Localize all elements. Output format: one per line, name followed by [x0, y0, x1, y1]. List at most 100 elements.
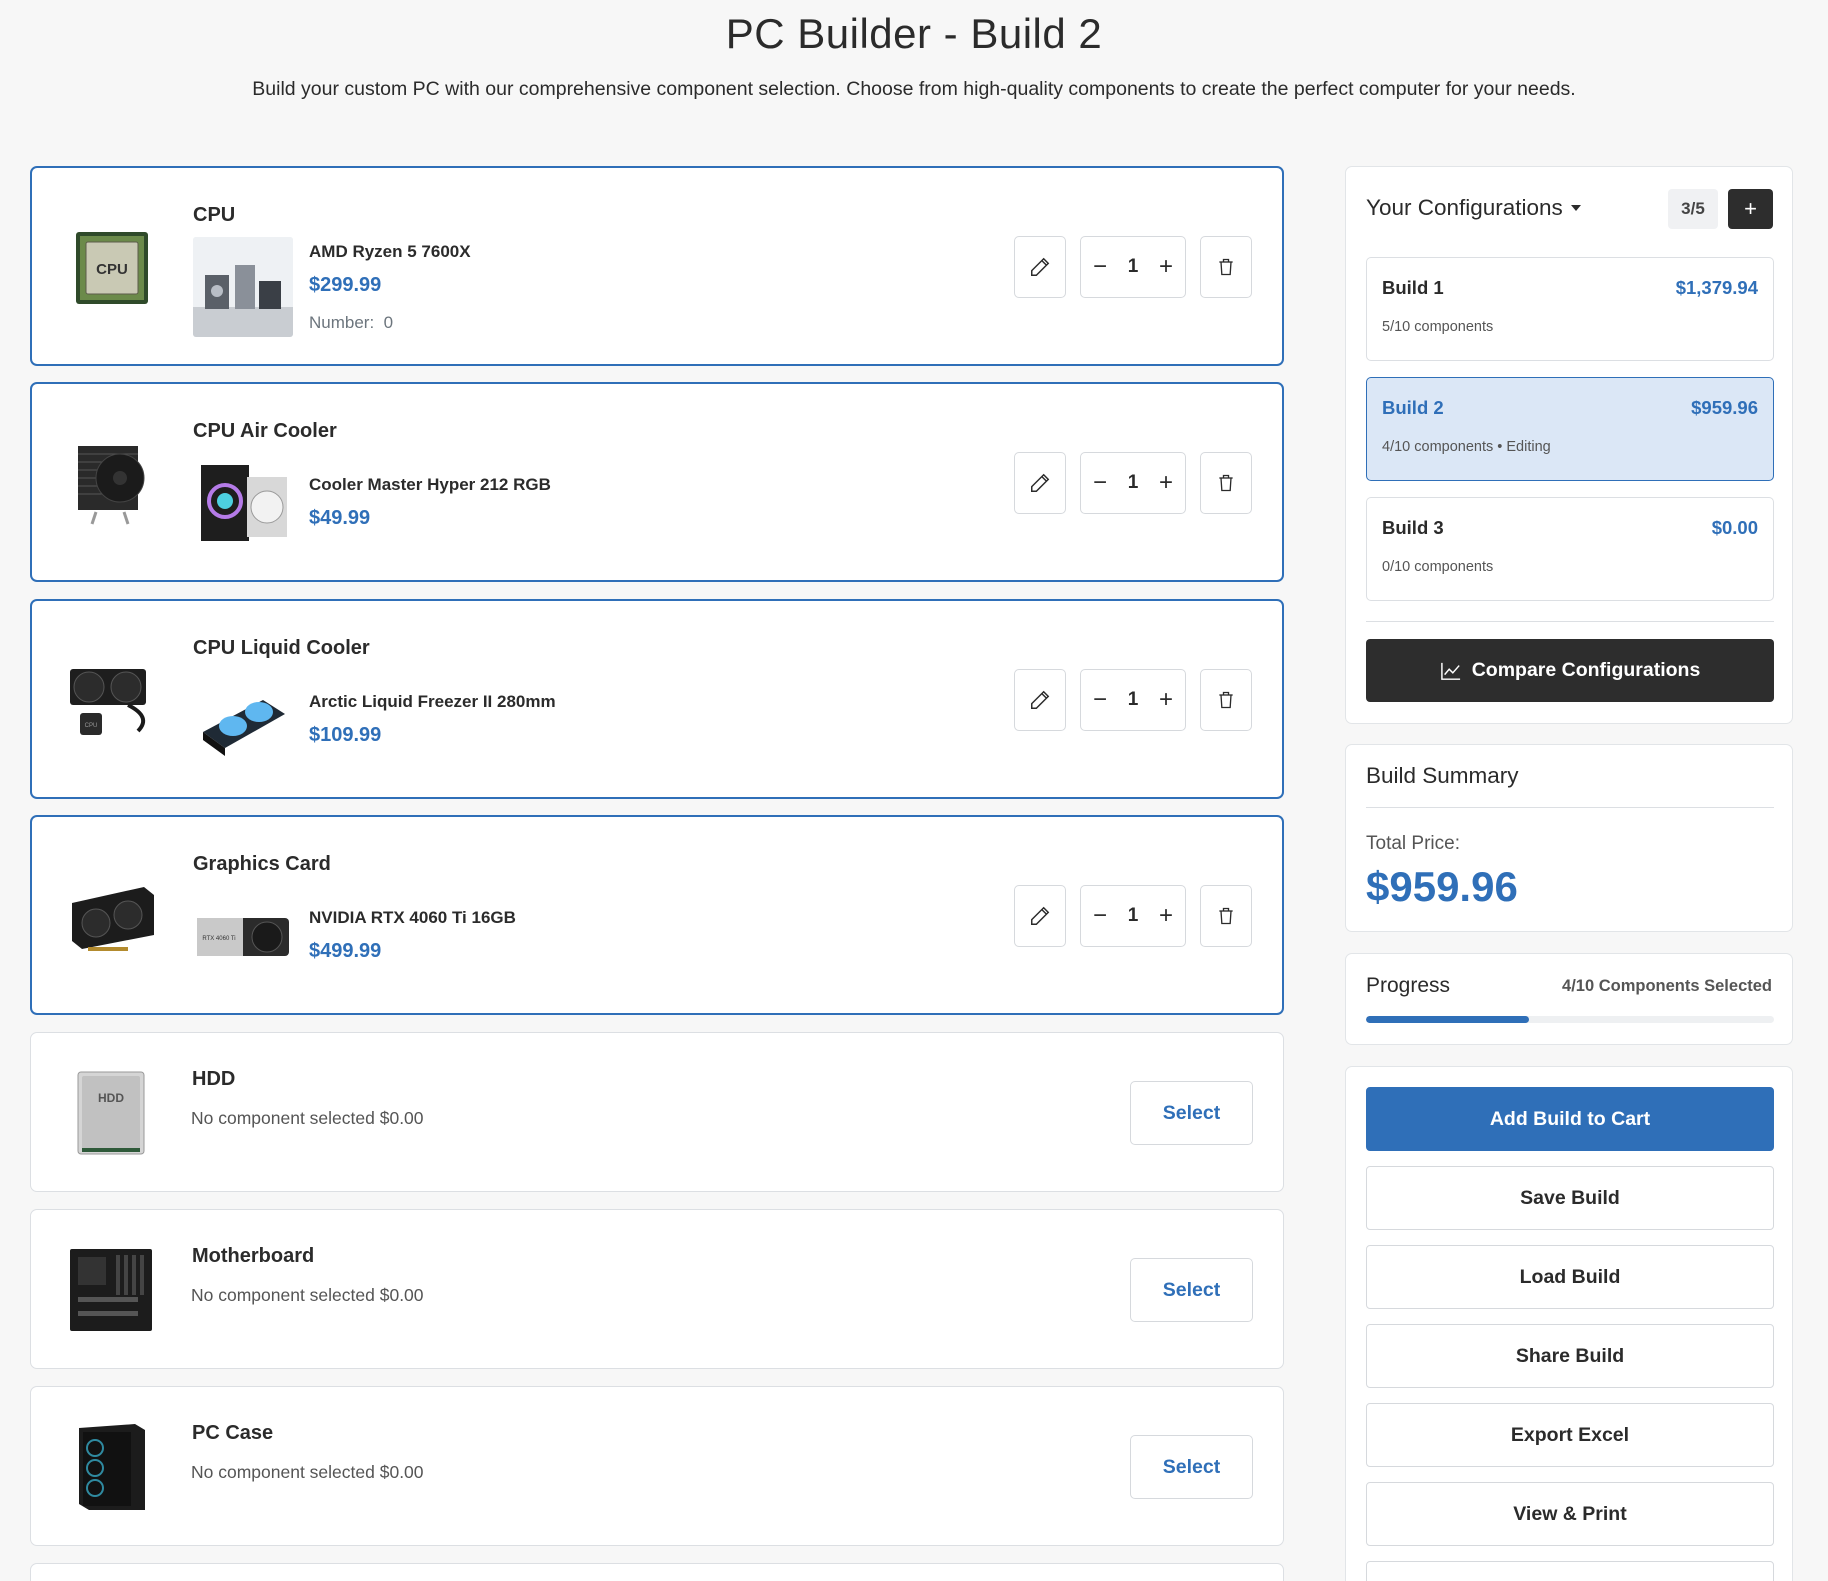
increase-button[interactable]: +	[1155, 902, 1177, 929]
share-build-button[interactable]: Share Build	[1366, 1324, 1774, 1388]
caret-down-icon	[1570, 205, 1581, 211]
quantity-value: 1	[1127, 689, 1139, 710]
graphics-card-icon	[68, 873, 156, 961]
decrease-button[interactable]: −	[1089, 902, 1111, 929]
build-item[interactable]: Build 3 $0.00 0/10 components	[1366, 497, 1774, 601]
no-component-text: No component selected $0.00	[191, 1462, 424, 1482]
delete-button[interactable]	[1200, 236, 1252, 298]
quantity-value: 1	[1127, 256, 1139, 277]
component-card-motherboard: Motherboard No component selected $0.00 …	[30, 1209, 1284, 1369]
more-action-button[interactable]	[1366, 1561, 1774, 1581]
total-price-label: Total Price:	[1366, 833, 1460, 854]
svg-text:CPU: CPU	[96, 261, 128, 278]
progress-panel: Progress 4/10 Components Selected	[1345, 953, 1793, 1045]
svg-text:RTX 4060 Ti: RTX 4060 Ti	[202, 936, 235, 942]
build-name: Build 1	[1382, 277, 1444, 298]
delete-button[interactable]	[1200, 669, 1252, 731]
build-item[interactable]: Build 1 $1,379.94 5/10 components	[1366, 257, 1774, 361]
component-category: CPU Liquid Cooler	[193, 637, 370, 659]
number-value: 0	[383, 313, 394, 332]
increase-button[interactable]: +	[1155, 469, 1177, 496]
edit-button[interactable]	[1014, 669, 1066, 731]
increase-button[interactable]: +	[1155, 686, 1177, 713]
progress-count: 4/10 Components Selected	[1562, 977, 1772, 995]
export-excel-button[interactable]: Export Excel	[1366, 1403, 1774, 1467]
summary-title: Build Summary	[1366, 763, 1519, 788]
product-name: NVIDIA RTX 4060 Ti 16GB	[309, 908, 516, 927]
component-card-pc-case: PC Case No component selected $0.00 Sele…	[30, 1386, 1284, 1546]
save-build-button[interactable]: Save Build	[1366, 1166, 1774, 1230]
compare-configurations-button[interactable]: Compare Configurations	[1366, 639, 1774, 702]
select-button[interactable]: Select	[1130, 1081, 1253, 1145]
decrease-button[interactable]: −	[1089, 686, 1111, 713]
select-button[interactable]: Select	[1130, 1435, 1253, 1499]
trash-icon	[1219, 907, 1233, 925]
build-price: $1,379.94	[1675, 277, 1758, 298]
product-price: $109.99	[309, 724, 382, 746]
build-meta: 0/10 components	[1382, 559, 1494, 575]
view-print-button[interactable]: View & Print	[1366, 1482, 1774, 1546]
cpu-icon: CPU	[68, 224, 156, 312]
build-name: Build 2	[1382, 397, 1444, 418]
edit-button[interactable]	[1014, 885, 1066, 947]
total-price-value: $959.96	[1366, 863, 1518, 910]
component-card-cpu: CPU CPU AMD Ryzen 5 7600X $299.99 Number…	[30, 166, 1284, 366]
add-to-cart-button[interactable]: Add Build to Cart	[1366, 1087, 1774, 1151]
progress-bar	[1366, 1016, 1774, 1023]
component-card-graphics-card: Graphics Card RTX 4060 Ti NVIDIA RTX 406…	[30, 815, 1284, 1015]
trash-icon	[1219, 474, 1233, 492]
quantity-stepper: − 1 +	[1080, 236, 1186, 298]
quantity-stepper: − 1 +	[1080, 669, 1186, 731]
component-category: HDD	[192, 1068, 236, 1090]
quantity-value: 1	[1127, 905, 1139, 926]
product-image	[193, 237, 293, 337]
delete-button[interactable]	[1200, 885, 1252, 947]
component-card-cpu-air-cooler: CPU Air Cooler Cooler Master Hyper 212 R…	[30, 382, 1284, 582]
component-category: PC Case	[192, 1422, 274, 1444]
load-build-button[interactable]: Load Build	[1366, 1245, 1774, 1309]
hdd-icon: HDD	[67, 1069, 155, 1157]
build-summary-panel: Build Summary Total Price: $959.96	[1345, 744, 1793, 932]
product-price: $49.99	[309, 507, 371, 529]
select-button[interactable]: Select	[1130, 1258, 1253, 1322]
pencil-icon	[1031, 906, 1050, 925]
product-name: Cooler Master Hyper 212 RGB	[309, 475, 551, 494]
pencil-icon	[1031, 473, 1050, 492]
configurations-panel: Your Configurations 3/5 + Build 1 $1,379…	[1345, 166, 1793, 724]
configurations-dropdown[interactable]: Your Configurations	[1366, 195, 1581, 221]
configurations-count: 3/5	[1668, 189, 1718, 229]
build-name: Build 3	[1382, 517, 1444, 538]
decrease-button[interactable]: −	[1089, 469, 1111, 496]
number-label: Number:	[309, 313, 375, 332]
delete-button[interactable]	[1200, 452, 1252, 514]
component-category: CPU	[193, 204, 236, 226]
decrease-button[interactable]: −	[1089, 253, 1111, 280]
edit-button[interactable]	[1014, 236, 1066, 298]
component-card-cpu-liquid-cooler: CPU CPU Liquid Cooler Arctic Liquid Free…	[30, 599, 1284, 799]
quantity-stepper: − 1 +	[1080, 452, 1186, 514]
component-category: Motherboard	[192, 1245, 315, 1267]
svg-text:CPU: CPU	[85, 723, 98, 729]
divider	[1366, 807, 1774, 808]
svg-text:HDD: HDD	[98, 1091, 124, 1105]
edit-button[interactable]	[1014, 452, 1066, 514]
configurations-title: Your Configurations	[1366, 195, 1563, 220]
motherboard-icon	[67, 1246, 155, 1334]
air-cooler-icon	[68, 440, 156, 528]
product-number: Number: 0	[309, 313, 393, 333]
product-price: $499.99	[309, 940, 382, 962]
product-image: RTX 4060 Ti	[193, 886, 293, 986]
build-meta: 5/10 components	[1382, 319, 1494, 335]
product-name: Arctic Liquid Freezer II 280mm	[309, 692, 556, 711]
build-item-active[interactable]: Build 2 $959.96 4/10 components • Editin…	[1366, 377, 1774, 481]
component-card-next	[30, 1563, 1284, 1581]
pc-case-icon	[67, 1423, 155, 1511]
trash-icon	[1219, 258, 1233, 276]
increase-button[interactable]: +	[1155, 253, 1177, 280]
compare-label: Compare Configurations	[1471, 659, 1701, 681]
chart-line-icon	[1440, 662, 1460, 680]
component-category: CPU Air Cooler	[193, 420, 337, 442]
add-configuration-button[interactable]: +	[1728, 189, 1773, 229]
product-price: $299.99	[309, 274, 382, 296]
no-component-text: No component selected $0.00	[191, 1285, 424, 1305]
